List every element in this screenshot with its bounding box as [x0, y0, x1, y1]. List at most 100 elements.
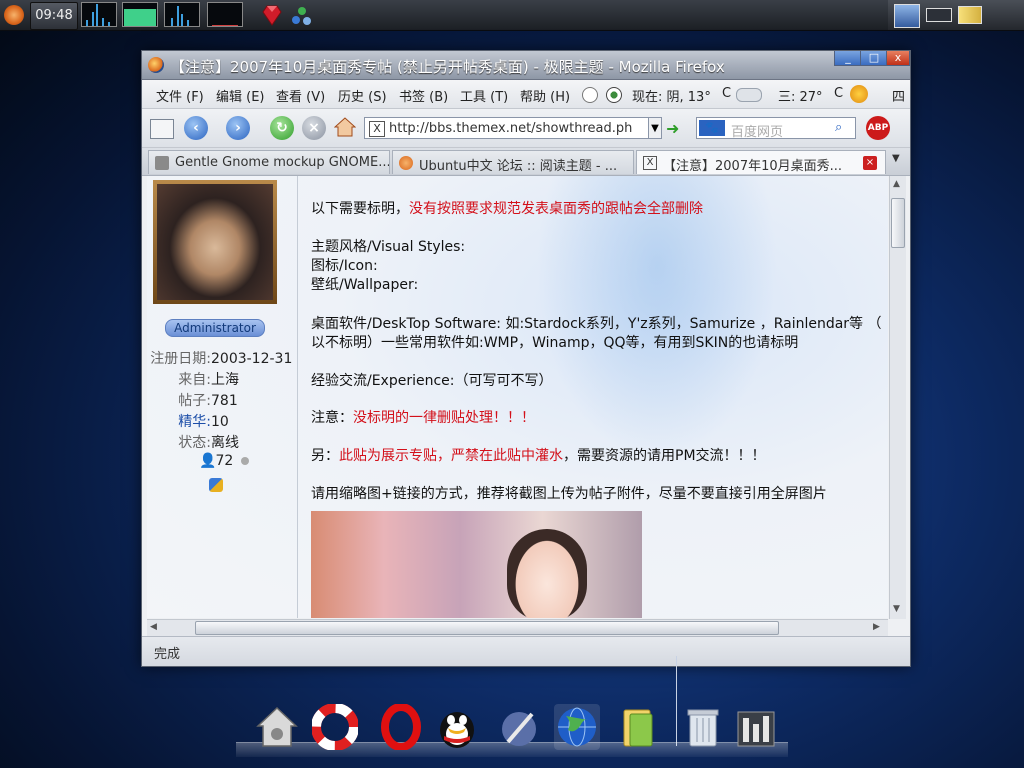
new-folder-icon[interactable]	[150, 119, 174, 139]
network-monitor[interactable]	[164, 2, 200, 27]
minimize-button[interactable]: _	[834, 51, 862, 66]
scroll-right-icon[interactable]: ▶	[873, 622, 880, 632]
water-drops-icon[interactable]	[290, 4, 311, 26]
weather-now[interactable]: 现在: 阴, 13°	[632, 86, 711, 105]
tab-themex-active[interactable]: X 【注意】2007年10月桌面秀... ×	[636, 150, 886, 174]
reload-button[interactable]: ↻	[270, 116, 294, 140]
window-titlebar[interactable]: 【注意】2007年10月桌面秀专帖 (禁止另开帖秀桌面) - 极限主题 - Mo…	[142, 51, 910, 80]
location-label: 来自:	[178, 372, 211, 388]
desktop-icon[interactable]	[926, 8, 952, 22]
home-icon[interactable]	[254, 704, 300, 750]
panel-clock[interactable]: 09:48	[30, 2, 78, 30]
tab-label: Ubuntu中文 论坛 :: 阅读主题 - ...	[419, 159, 618, 174]
menu-view[interactable]: 查看 (V)	[276, 86, 325, 105]
opera-icon[interactable]	[378, 703, 424, 751]
window-title: 【注意】2007年10月桌面秀专帖 (禁止另开帖秀桌面) - 极限主题 - Mo…	[170, 58, 725, 76]
post-warning-text: 没有按照要求规范发表桌面秀的跟帖会全部删除	[409, 201, 703, 217]
maximize-button[interactable]: □	[860, 51, 888, 66]
scroll-left-icon[interactable]: ◀	[150, 622, 157, 632]
window-list-icon[interactable]	[894, 4, 920, 28]
reputation-row: 👤 72	[199, 453, 249, 469]
status-bar: 完成	[142, 636, 910, 666]
go-arrow-icon[interactable]: ➜	[666, 119, 684, 138]
msn-icon[interactable]	[209, 478, 223, 492]
vertical-scrollbar[interactable]: ▲ ▼	[889, 176, 906, 619]
tab-label: 【注意】2007年10月桌面秀...	[663, 159, 843, 174]
weather-next[interactable]: 三: 27°	[778, 86, 823, 105]
horizontal-scrollbar[interactable]: ◀ ▶	[147, 619, 888, 636]
home-button[interactable]	[333, 117, 357, 137]
offline-dot-icon	[240, 457, 249, 465]
menu-tools[interactable]: 工具 (T)	[460, 86, 508, 105]
notes-icon[interactable]	[958, 6, 982, 24]
status-value: 离线	[211, 435, 239, 451]
reg-date-label: 注册日期:	[150, 351, 211, 367]
menu-history[interactable]: 历史 (S)	[338, 86, 387, 105]
menu-file[interactable]: 文件 (F)	[156, 86, 204, 105]
weather-unit-next: C	[834, 86, 844, 101]
status-light-icon[interactable]	[606, 87, 622, 103]
disk-monitor[interactable]	[207, 2, 243, 27]
page-content: Administrator 注册日期:2003-12-31 来自:上海 帖子:7…	[147, 176, 888, 618]
cpu-monitor[interactable]	[81, 2, 117, 27]
pen-tool-icon[interactable]	[496, 704, 542, 750]
back-button[interactable]: ‹	[184, 116, 208, 140]
tab-label: Gentle Gnome mockup GNOME...	[175, 155, 390, 170]
firefox-window: 【注意】2007年10月桌面秀专帖 (禁止另开帖秀桌面) - 极限主题 - Mo…	[141, 50, 911, 667]
vertical-scroll-thumb[interactable]	[891, 198, 905, 248]
panel-icon[interactable]	[734, 704, 780, 750]
dock-pointer-line	[676, 656, 677, 746]
search-placeholder: 百度网页	[731, 125, 784, 140]
trash-icon[interactable]	[680, 704, 726, 750]
tab-gentle-gnome[interactable]: Gentle Gnome mockup GNOME...	[148, 150, 390, 174]
weather-unit-now: C	[722, 86, 732, 101]
post-warning-text: 没标明的一律删贴处理！！！	[353, 410, 535, 426]
adblock-plus-button[interactable]: ABP	[866, 116, 890, 140]
tab-bar: Gentle Gnome mockup GNOME... Ubuntu中文 论坛…	[142, 148, 910, 176]
ubuntu-logo-icon[interactable]	[4, 5, 24, 25]
post-thumbnail-image[interactable]	[311, 511, 642, 618]
weather-more[interactable]: 四	[892, 86, 905, 105]
menu-edit[interactable]: 编辑 (E)	[216, 86, 265, 105]
circle-icon[interactable]	[582, 87, 598, 103]
url-bar[interactable]: X http://bbs.themex.net/showthread.ph	[364, 117, 660, 139]
lifebuoy-icon[interactable]	[311, 703, 359, 751]
scroll-up-icon[interactable]: ▲	[893, 179, 900, 189]
menu-help[interactable]: 帮助 (H)	[520, 86, 570, 105]
menu-bookmarks[interactable]: 书签 (B)	[399, 86, 448, 105]
search-magnifier-icon[interactable]: ⌕	[835, 120, 853, 136]
posts-row: 帖子:781	[147, 390, 237, 410]
baidu-search-engine-icon[interactable]: 🐾	[699, 120, 725, 136]
folder-icon[interactable]	[616, 704, 662, 750]
sun-cloud-icon	[850, 85, 868, 103]
forward-button[interactable]: ›	[226, 116, 250, 140]
search-bar[interactable]: 🐾 百度网页 ⌕	[696, 117, 856, 140]
post-line-9: 另：此贴为展示专贴，严禁在此贴中灌水，需要资源的请用PM交流！！！	[311, 445, 766, 465]
ruby-icon[interactable]	[262, 4, 282, 26]
location-row: 来自:上海	[147, 369, 239, 389]
illustration-face	[507, 529, 587, 618]
reg-date-row: 注册日期:2003-12-31	[147, 348, 292, 368]
tab-list-icon[interactable]: ▼	[892, 153, 900, 164]
tab-ubuntu-forum[interactable]: Ubuntu中文 论坛 :: 阅读主题 - ...	[392, 150, 634, 174]
elite-value: 10	[211, 414, 229, 430]
role-badge: Administrator	[165, 319, 265, 337]
close-button[interactable]: x	[886, 51, 910, 66]
stop-button[interactable]: ×	[302, 116, 326, 140]
avatar[interactable]	[157, 184, 273, 300]
memory-monitor[interactable]	[122, 2, 158, 27]
tab-close-icon[interactable]: ×	[863, 156, 877, 170]
scroll-down-icon[interactable]: ▼	[893, 604, 900, 614]
themex-favicon-icon: X	[643, 156, 657, 170]
elite-label[interactable]: 精华:	[147, 411, 211, 431]
url-dropdown-icon[interactable]: ▼	[648, 117, 662, 139]
globe-icon[interactable]	[554, 704, 600, 750]
cloud-icon	[736, 88, 762, 102]
post-line-2: 主题风格/Visual Styles:	[311, 239, 466, 255]
horizontal-scroll-thumb[interactable]	[195, 621, 779, 635]
post-text: 另：	[311, 448, 339, 464]
post-text: ，需要资源的请用PM交流！！！	[563, 448, 766, 464]
qq-penguin-icon[interactable]	[434, 704, 480, 750]
post-line-7: 经验交流/Experience:（可写可不写）	[311, 373, 553, 389]
post-line-1: 以下需要标明，没有按照要求规范发表桌面秀的跟帖会全部删除	[311, 198, 703, 218]
